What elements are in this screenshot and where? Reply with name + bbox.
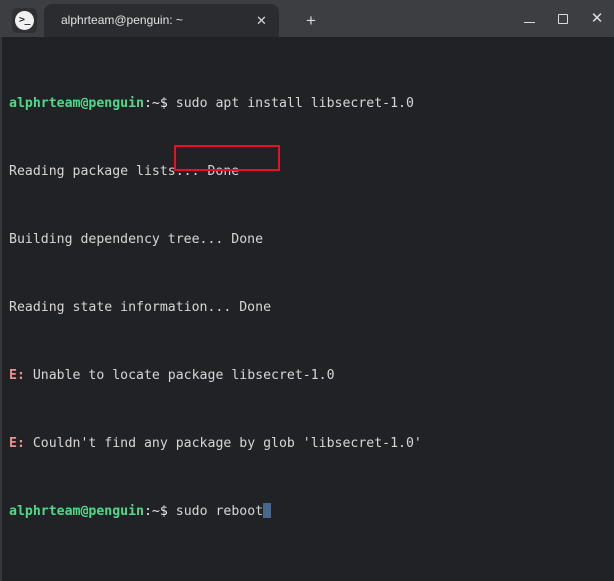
prompt-user-host: alphrteam@penguin xyxy=(9,96,144,111)
command-text: sudo apt install libsecret-1.0 xyxy=(167,96,414,111)
close-window-button[interactable]: ✕ xyxy=(580,0,614,37)
output-text: Reading package lists... Done xyxy=(9,164,240,179)
minimize-icon xyxy=(523,21,535,24)
terminal-body[interactable]: alphrteam@penguin:~$ sudo apt install li… xyxy=(0,37,614,581)
window-controls: ✕ xyxy=(512,0,614,37)
terminal-line: E: Couldn't find any package by glob 'li… xyxy=(9,435,614,452)
tab-title: alphrteam@penguin: ~ xyxy=(61,13,183,27)
terminal-line: Building dependency tree... Done xyxy=(9,231,614,248)
prompt-path: :~$ xyxy=(143,504,168,519)
close-icon[interactable]: ✕ xyxy=(253,12,270,29)
output-text: Building dependency tree... Done xyxy=(9,232,264,247)
terminal-line: Reading package lists... Done xyxy=(9,163,614,180)
close-window-icon: ✕ xyxy=(590,9,604,27)
terminal-screen[interactable]: alphrteam@penguin:~$ sudo apt install li… xyxy=(9,44,614,581)
prompt-path: :~$ xyxy=(143,96,168,111)
error-prefix: E: xyxy=(9,368,25,383)
maximize-button[interactable] xyxy=(546,0,580,37)
prompt-user-host: alphrteam@penguin xyxy=(9,504,144,519)
app-icon-disc: >_ xyxy=(15,11,34,30)
app-icon-glyph: >_ xyxy=(18,14,31,25)
terminal-line: alphrteam@penguin:~$ sudo apt install li… xyxy=(9,95,614,112)
terminal-line-current: alphrteam@penguin:~$ sudo reboot xyxy=(9,503,614,520)
title-bar: >_ alphrteam@penguin: ~ ✕ + ✕ xyxy=(0,0,614,37)
maximize-icon xyxy=(558,13,568,24)
text-cursor xyxy=(263,503,272,518)
error-text: Unable to locate package libsecret-1.0 xyxy=(24,368,335,383)
new-tab-button[interactable]: + xyxy=(299,8,323,32)
terminal-prompt-icon: >_ xyxy=(12,8,37,33)
output-text: Reading state information... Done xyxy=(9,300,272,315)
error-prefix: E: xyxy=(9,436,25,451)
command-input-text: sudo reboot xyxy=(167,504,264,519)
terminal-window: >_ alphrteam@penguin: ~ ✕ + ✕ alphrteam@ xyxy=(0,0,614,581)
tab-alphrteam-penguin[interactable]: alphrteam@penguin: ~ ✕ xyxy=(44,4,279,37)
terminal-line: Reading state information... Done xyxy=(9,299,614,316)
minimize-button[interactable] xyxy=(512,0,546,37)
terminal-line: E: Unable to locate package libsecret-1.… xyxy=(9,367,614,384)
error-text: Couldn't find any package by glob 'libse… xyxy=(24,436,422,451)
